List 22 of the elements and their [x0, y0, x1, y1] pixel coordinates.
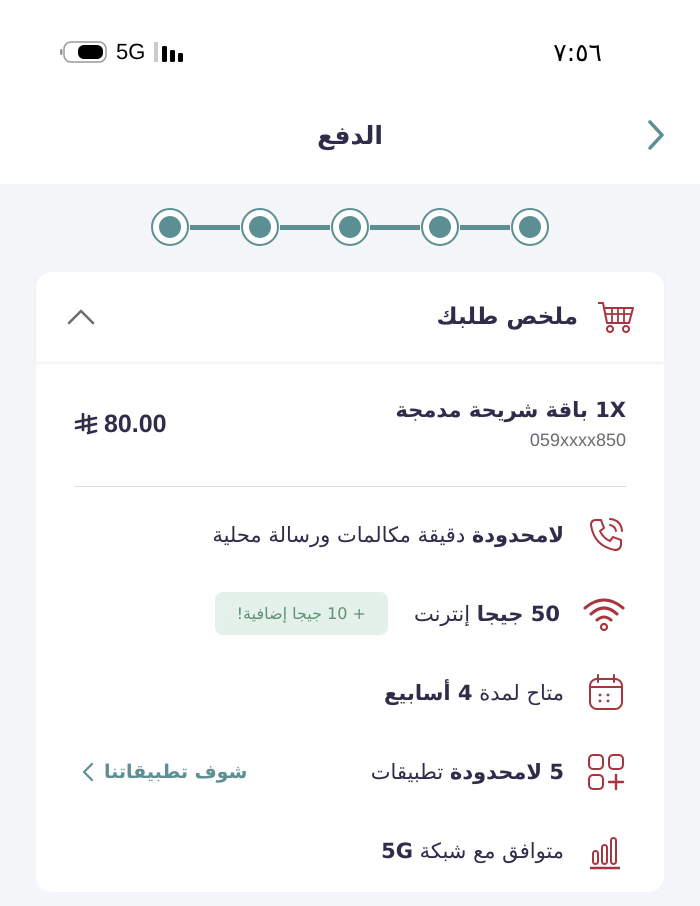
price: 80.00	[104, 410, 167, 438]
status-time: ٧:٥٦	[553, 38, 602, 66]
back-button[interactable]	[646, 119, 666, 151]
apps-icon	[586, 752, 626, 792]
feature-text: لامحدودة دقيقة مكالمات ورسالة محلية	[212, 522, 564, 546]
apps-link[interactable]: شوف تطبيقاتنا	[104, 760, 248, 782]
network-label: 5G	[116, 39, 146, 65]
chevron-icon	[82, 762, 94, 782]
bonus-badge: + 10 جيجا إضافية!	[214, 592, 388, 635]
collapse-chevron-icon[interactable]	[66, 308, 96, 326]
phone-number: 059xxxx850	[528, 430, 626, 450]
feature-text: 5 لامحدودة تطبيقات	[370, 760, 564, 784]
feature-text: متاح لمدة 4 أسابيع	[384, 680, 564, 704]
riyal-sign-icon	[74, 413, 98, 435]
page-title: الدفع	[317, 120, 383, 150]
wifi-icon	[582, 596, 626, 632]
cart-icon	[596, 299, 636, 335]
battery-icon	[60, 40, 108, 64]
order-summary-title: ملخص طلبك	[436, 304, 578, 330]
calendar-icon	[586, 672, 626, 712]
feature-text: 50 جيجا إنترنت	[414, 602, 560, 626]
package-name: 1X باقة شريحة مدمجة	[396, 398, 626, 422]
